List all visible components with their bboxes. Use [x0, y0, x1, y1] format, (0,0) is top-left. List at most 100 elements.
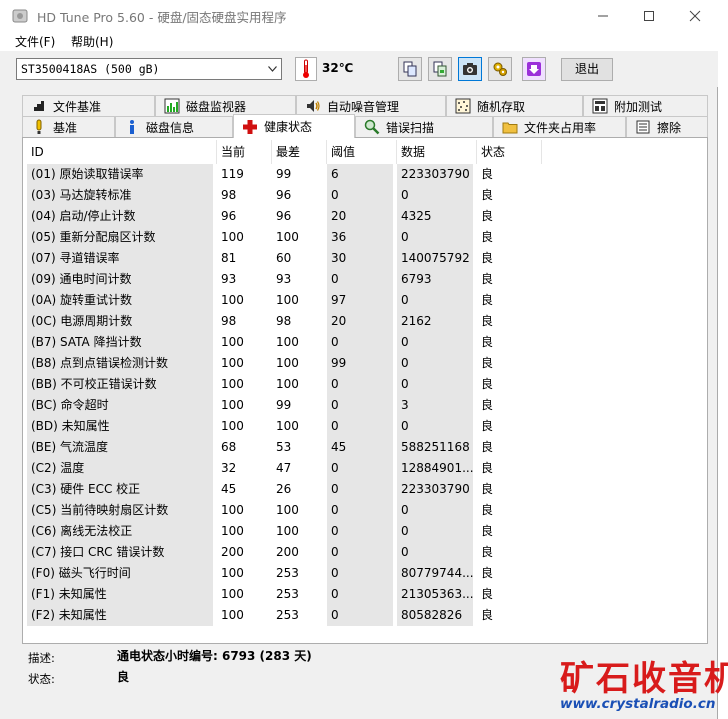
table-row[interactable]: (BD) 未知属性 100 100 0 0 良 — [27, 416, 707, 437]
exit-button[interactable]: 退出 — [561, 58, 613, 81]
cell-worst: 98 — [276, 314, 292, 328]
thermometer-icon — [295, 57, 317, 81]
watermark-text: 矿石收音机 — [560, 659, 728, 699]
cell-worst: 96 — [276, 188, 292, 202]
title-bar[interactable]: HD Tune Pro 5.60 - 硬盘/固态硬盘实用程序 — [0, 0, 718, 31]
cell-status: 良 — [481, 335, 494, 349]
tab-error-scan[interactable]: 错误扫描 — [355, 116, 493, 137]
cell-data: 0 — [397, 374, 473, 395]
maximize-button[interactable] — [626, 0, 672, 31]
cell-status: 良 — [481, 272, 494, 286]
cell-current: 200 — [221, 545, 244, 559]
table-row[interactable]: (0A) 旋转重试计数 100 100 97 0 良 — [27, 290, 707, 311]
table-row[interactable]: (B8) 点到点错误检测计数 100 100 99 0 良 — [27, 353, 707, 374]
table-row[interactable]: (C5) 当前待映射扇区计数 100 100 0 0 良 — [27, 500, 707, 521]
cell-current: 45 — [221, 482, 237, 496]
cell-current: 32 — [221, 461, 237, 475]
tab-random-access[interactable]: 随机存取 — [446, 95, 583, 116]
cell-threshold: 0 — [327, 458, 393, 479]
col-header-current[interactable]: 当前 — [217, 140, 272, 164]
cell-data: 0 — [397, 353, 473, 374]
cell-threshold: 30 — [327, 248, 393, 269]
table-row[interactable]: (BB) 不可校正错误计数 100 100 0 0 良 — [27, 374, 707, 395]
drive-select-value: ST3500418AS (500 gB) — [21, 62, 160, 76]
tab-disk-info[interactable]: 磁盘信息 — [115, 116, 233, 137]
menu-file[interactable]: 文件(F) — [15, 33, 55, 50]
tab-benchmark[interactable]: 基准 — [22, 116, 115, 137]
gears-icon — [493, 62, 507, 76]
minimize-button[interactable] — [580, 0, 626, 31]
table-row[interactable]: (04) 启动/停止计数 96 96 20 4325 良 — [27, 206, 707, 227]
cell-worst: 100 — [276, 230, 299, 244]
table-row[interactable]: (09) 通电时间计数 93 93 0 6793 良 — [27, 269, 707, 290]
table-row[interactable]: (03) 马达旋转标准 98 96 0 0 良 — [27, 185, 707, 206]
cell-threshold: 0 — [327, 332, 393, 353]
table-row[interactable]: (F1) 未知属性 100 253 0 21305363... 良 — [27, 584, 707, 605]
menu-help[interactable]: 帮助(H) — [71, 33, 113, 50]
cell-status: 良 — [481, 356, 494, 370]
table-row[interactable]: (05) 重新分配扇区计数 100 100 36 0 良 — [27, 227, 707, 248]
col-header-status[interactable]: 状态 — [477, 140, 542, 164]
table-row[interactable]: (01) 原始读取错误率 119 99 6 223303790 良 — [27, 164, 707, 185]
cell-status: 良 — [481, 503, 494, 517]
status-label: 状态: — [28, 672, 55, 686]
cell-status: 良 — [481, 377, 494, 391]
chevron-down-icon[interactable] — [264, 59, 281, 79]
cell-threshold: 20 — [327, 311, 393, 332]
copy-screenshot-button[interactable] — [428, 57, 452, 81]
table-row[interactable]: (F2) 未知属性 100 253 0 80582826 良 — [27, 605, 707, 626]
table-row[interactable]: (BC) 命令超时 100 99 0 3 良 — [27, 395, 707, 416]
table-row[interactable]: (BE) 气流温度 68 53 45 588251168 良 — [27, 437, 707, 458]
tab-health[interactable]: 健康状态 — [233, 114, 355, 138]
cell-data: 0 — [397, 332, 473, 353]
cell-data: 21305363... — [397, 584, 473, 605]
drive-select[interactable]: ST3500418AS (500 gB) — [16, 58, 282, 80]
copy-text-button[interactable] — [398, 57, 422, 81]
tab-label: 随机存取 — [477, 99, 526, 114]
cell-data: 0 — [397, 542, 473, 563]
table-row[interactable]: (F0) 磁头飞行时间 100 253 0 80779744... 良 — [27, 563, 707, 584]
cell-status: 良 — [481, 251, 494, 265]
tab-file-benchmark[interactable]: 文件基准 — [22, 95, 155, 116]
cell-data: 0 — [397, 500, 473, 521]
col-header-worst[interactable]: 最差 — [272, 140, 327, 164]
table-row[interactable]: (C7) 接口 CRC 错误计数 200 200 0 0 良 — [27, 542, 707, 563]
tab-disk-monitor[interactable]: 磁盘监视器 — [155, 95, 296, 116]
col-header-id[interactable]: ID — [27, 140, 217, 164]
cell-id: (09) 通电时间计数 — [27, 269, 213, 290]
cell-threshold: 97 — [327, 290, 393, 311]
col-header-threshold[interactable]: 阈值 — [327, 140, 397, 164]
table-row[interactable]: (C6) 离线无法校正 100 100 0 0 良 — [27, 521, 707, 542]
tab-erase[interactable]: 擦除 — [626, 116, 708, 137]
table-row[interactable]: (07) 寻道错误率 81 60 30 140075792 良 — [27, 248, 707, 269]
table-row[interactable]: (B7) SATA 降挡计数 100 100 0 0 良 — [27, 332, 707, 353]
screenshot-button[interactable] — [458, 57, 482, 81]
cell-current: 100 — [221, 587, 244, 601]
cell-threshold: 45 — [327, 437, 393, 458]
cell-status: 良 — [481, 440, 494, 454]
table-row[interactable]: (C3) 硬件 ECC 校正 45 26 0 223303790 良 — [27, 479, 707, 500]
tab-folder-usage[interactable]: 文件夹占用率 — [493, 116, 626, 137]
save-button[interactable] — [522, 57, 546, 81]
table-row[interactable]: (C2) 温度 32 47 0 12884901... 良 — [27, 458, 707, 479]
cell-status: 良 — [481, 293, 494, 307]
cell-data: 80779744... — [397, 563, 473, 584]
tab-aam[interactable]: 自动噪音管理 — [296, 95, 446, 116]
cell-id: (05) 重新分配扇区计数 — [27, 227, 213, 248]
tab-extra-tests[interactable]: 附加测试 — [583, 95, 708, 116]
cell-threshold: 0 — [327, 521, 393, 542]
cell-status: 良 — [481, 566, 494, 580]
download-arrow-icon — [527, 62, 541, 76]
col-header-data[interactable]: 数据 — [397, 140, 477, 164]
cell-data: 0 — [397, 416, 473, 437]
status-value: 良 — [117, 670, 130, 684]
table-row[interactable]: (0C) 电源周期计数 98 98 20 2162 良 — [27, 311, 707, 332]
cell-current: 100 — [221, 608, 244, 622]
camera-icon — [463, 63, 477, 75]
options-button[interactable] — [488, 57, 512, 81]
folder-icon — [502, 119, 518, 135]
cell-worst: 60 — [276, 251, 292, 265]
cell-current: 96 — [221, 209, 237, 223]
close-button[interactable] — [672, 0, 718, 31]
cell-id: (C7) 接口 CRC 错误计数 — [27, 542, 213, 563]
